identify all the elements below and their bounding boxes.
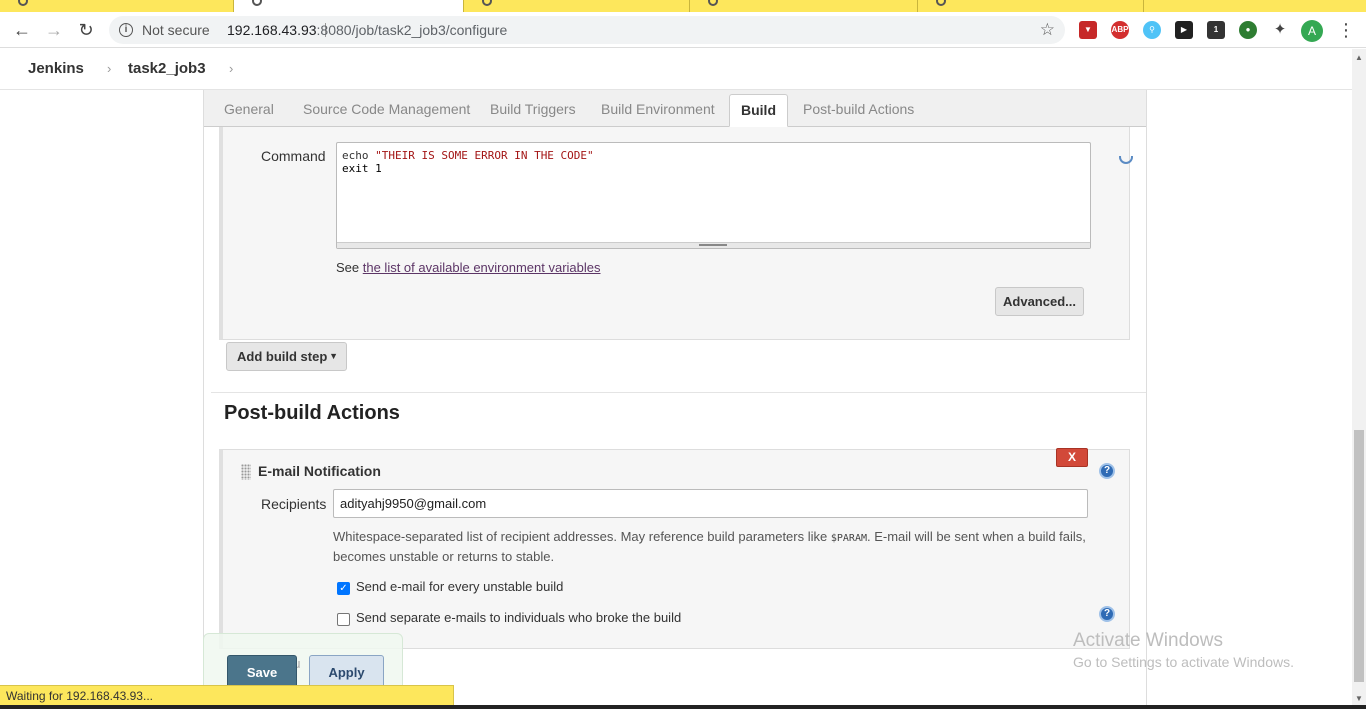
url-host: 192.168.43.93 <box>227 22 317 38</box>
drag-handle-icon[interactable] <box>241 464 251 480</box>
command-echo: echo <box>342 149 376 162</box>
command-echo-string: "THEIR IS SOME ERROR IN THE CODE" <box>375 149 594 162</box>
post-build-title: Post-build Actions <box>224 402 400 424</box>
add-build-step-button[interactable]: Add build step ▼ <box>226 342 347 371</box>
browser-menu-icon[interactable]: ⋮ <box>1337 20 1355 41</box>
browser-tabstrip <box>0 0 1366 12</box>
tab-favicon-icon <box>936 0 946 6</box>
help-icon[interactable]: ? <box>1099 463 1115 479</box>
breadcrumb-chevron-icon: › <box>107 61 112 76</box>
unstable-build-checkbox[interactable]: ✓ <box>337 582 350 595</box>
env-prefix: See <box>336 260 363 275</box>
watermark-line2: Go to Settings to activate Windows. <box>1073 654 1294 670</box>
activate-windows-watermark: Activate Windows Go to Settings to activ… <box>1073 630 1294 670</box>
download-ext-icon[interactable]: ▼ <box>1079 21 1097 39</box>
profile-avatar[interactable]: A <box>1301 20 1323 42</box>
chevron-down-icon: ▼ <box>329 351 338 361</box>
job-config-form: General Source Code Management Build Tri… <box>203 90 1147 707</box>
browser-toolbar: ← → ↻ i Not secure 192.168.43.93:8080/jo… <box>0 12 1366 48</box>
save-bar: bu Save Apply <box>203 633 403 693</box>
reload-icon[interactable]: ↻ <box>76 20 96 40</box>
breadcrumb-chevron-icon[interactable]: › <box>229 61 233 76</box>
unstable-build-label[interactable]: Send e-mail for every unstable build <box>356 579 563 594</box>
page-scrollbar[interactable]: ▲ ▼ <box>1352 49 1366 707</box>
breadcrumb-job[interactable]: task2_job3 <box>128 60 206 77</box>
window-bottom-edge <box>0 705 1366 709</box>
search-ext-icon[interactable]: ⚲ <box>1143 21 1161 39</box>
address-bar[interactable]: i Not secure 192.168.43.93:8080/job/task… <box>109 16 1065 44</box>
add-build-step-label: Add build step <box>237 349 328 364</box>
execute-shell-step: Command echo "THEIR IS SOME ERROR IN THE… <box>219 127 1133 340</box>
tab-post-build-actions[interactable]: Post-build Actions <box>803 101 914 117</box>
breadcrumb: Jenkins › task2_job3 › <box>0 49 1352 90</box>
browser-tab[interactable] <box>0 0 234 12</box>
tab-build-environment[interactable]: Build Environment <box>601 101 715 117</box>
config-tabbar: General Source Code Management Build Tri… <box>204 90 1146 127</box>
info-icon[interactable]: i <box>119 23 133 37</box>
recipients-input[interactable] <box>333 489 1088 518</box>
env-vars-link[interactable]: the list of available environment variab… <box>363 260 601 275</box>
scroll-up-icon[interactable]: ▲ <box>1355 53 1363 62</box>
url-path: :8080/job/task2_job3/configure <box>316 22 508 38</box>
scroll-down-icon[interactable]: ▼ <box>1355 694 1363 703</box>
tab-favicon-icon <box>252 0 262 6</box>
forward-arrow-icon[interactable]: → <box>44 20 64 40</box>
box-ext-icon[interactable]: 1 <box>1207 21 1225 39</box>
env-vars-hint: See the list of available environment va… <box>336 260 601 275</box>
textarea-resize-handle[interactable] <box>337 242 1090 248</box>
browser-tab[interactable] <box>918 0 1144 12</box>
browser-tab[interactable] <box>464 0 690 12</box>
desc-text: Whitespace-separated list of recipient a… <box>333 529 831 544</box>
tab-favicon-icon <box>18 0 28 6</box>
url-text[interactable]: 192.168.43.93:8080/job/task2_job3/config… <box>227 22 507 38</box>
help-icon[interactable]: ? <box>1099 606 1115 622</box>
separate-emails-checkbox[interactable] <box>337 613 350 626</box>
email-notification-title: E-mail Notification <box>258 463 381 479</box>
help-icon[interactable] <box>1119 156 1133 164</box>
command-textarea[interactable]: echo "THEIR IS SOME ERROR IN THE CODE" e… <box>336 142 1091 249</box>
advanced-button[interactable]: Advanced... <box>995 287 1084 316</box>
tab-source-code-management[interactable]: Source Code Management <box>303 101 470 117</box>
tab-favicon-icon <box>482 0 492 6</box>
section-divider <box>211 392 1146 393</box>
tab-favicon-icon <box>708 0 718 6</box>
delete-action-button[interactable]: X <box>1056 448 1088 467</box>
puzzle-ext-icon[interactable]: ✦ <box>1271 21 1289 39</box>
desc-code: $PARAM <box>830 533 867 544</box>
breadcrumb-jenkins[interactable]: Jenkins <box>28 60 84 77</box>
browser-status-bar: Waiting for 192.168.43.93... <box>0 685 454 707</box>
command-label: Command <box>261 148 326 164</box>
browser-tab[interactable] <box>690 0 918 12</box>
adblock-ext-icon[interactable]: ABP <box>1111 21 1129 39</box>
email-notification-section: E-mail Notification X ? Recipients White… <box>219 448 1130 649</box>
tab-general[interactable]: General <box>224 101 274 117</box>
command-exit: exit 1 <box>342 162 382 175</box>
clapper-ext-icon[interactable]: ▶ <box>1175 21 1193 39</box>
recipients-label: Recipients <box>261 496 327 512</box>
globe-ext-icon[interactable]: ● <box>1239 21 1257 39</box>
separate-emails-label[interactable]: Send separate e-mails to individuals who… <box>356 610 681 625</box>
recipients-description: Whitespace-separated list of recipient a… <box>333 528 1093 566</box>
browser-tab-active[interactable] <box>234 0 464 12</box>
tab-build-triggers[interactable]: Build Triggers <box>490 101 576 117</box>
tab-build[interactable]: Build <box>729 94 788 127</box>
scrollbar-thumb[interactable] <box>1354 430 1364 682</box>
watermark-line1: Activate Windows <box>1073 630 1223 651</box>
security-label[interactable]: Not secure <box>142 22 210 38</box>
back-arrow-icon[interactable]: ← <box>12 20 32 40</box>
bookmark-star-icon[interactable]: ☆ <box>1040 20 1055 40</box>
